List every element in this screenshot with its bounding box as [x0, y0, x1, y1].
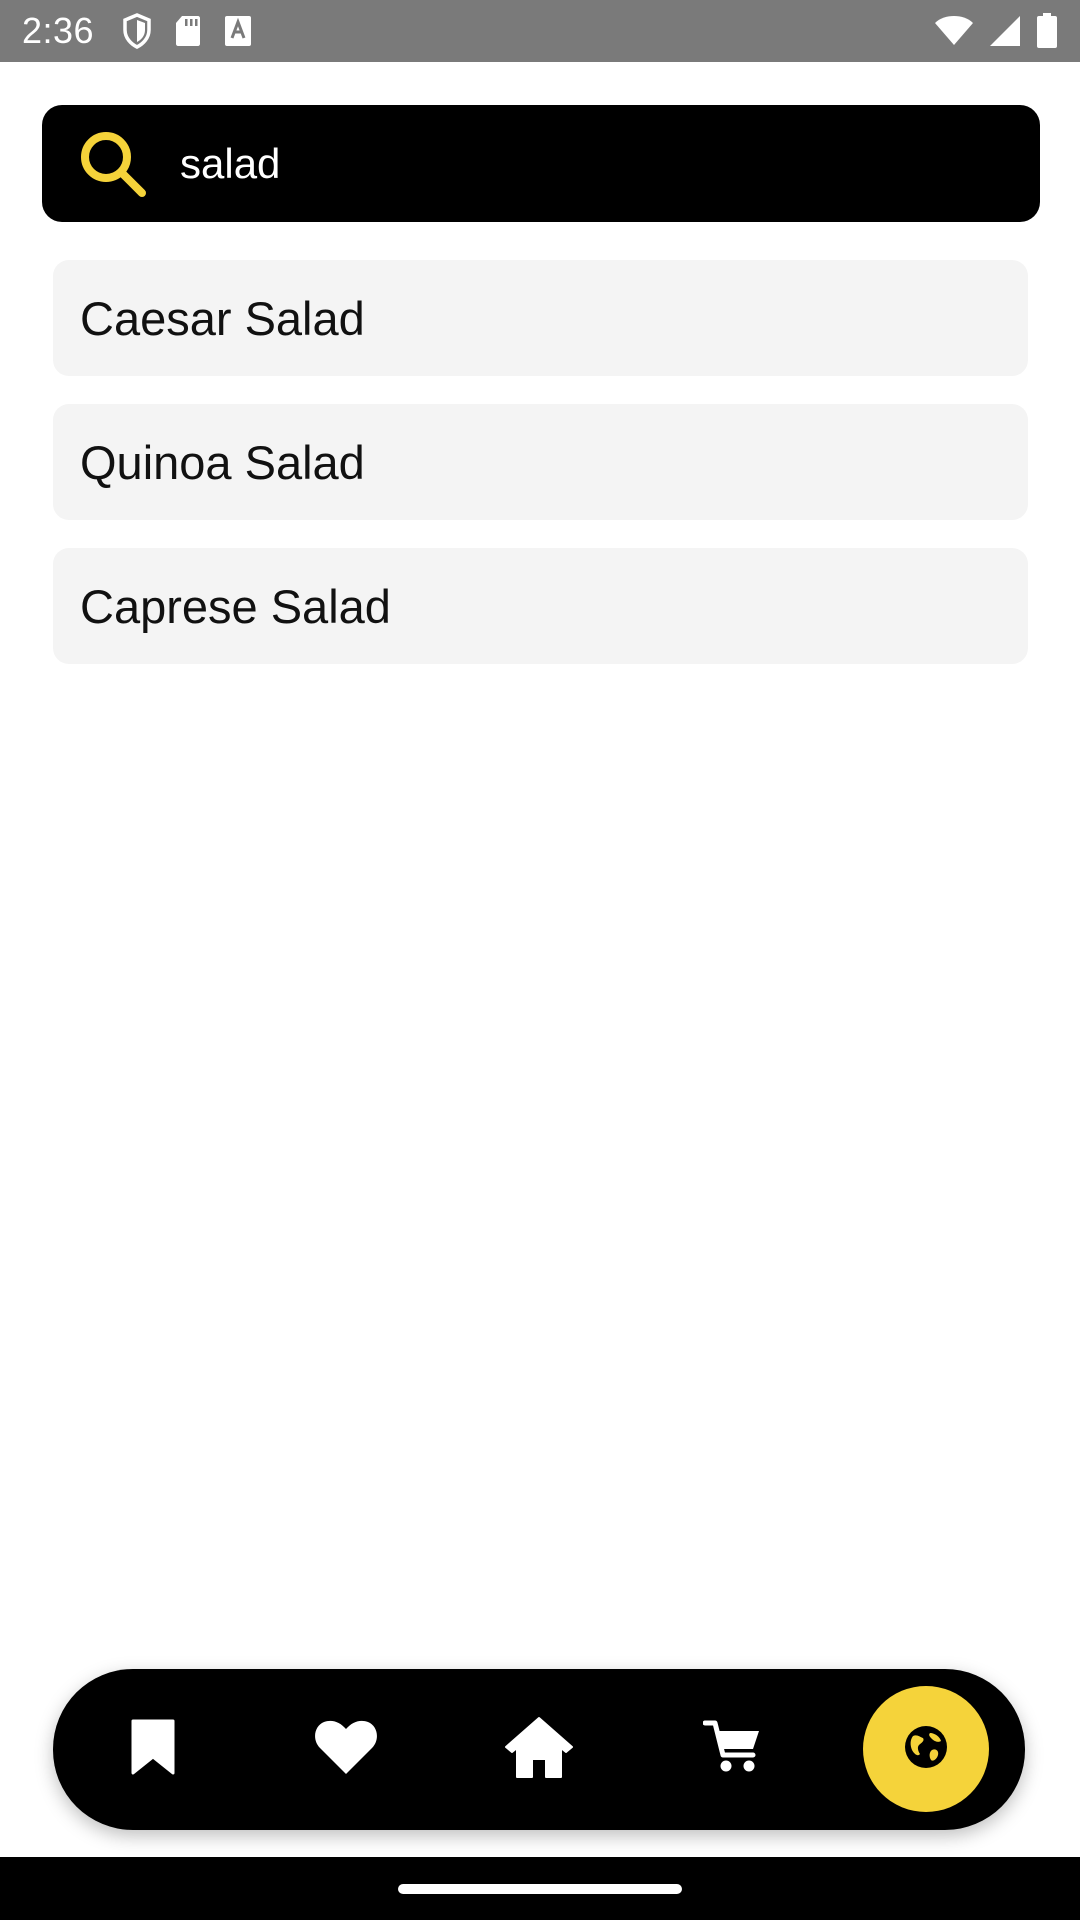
- heart-icon: [313, 1718, 379, 1781]
- wifi-icon: [934, 15, 974, 47]
- list-item-caesar-salad[interactable]: Caesar Salad: [53, 260, 1028, 376]
- search-input[interactable]: [180, 128, 940, 199]
- nav-favorites[interactable]: [296, 1669, 396, 1830]
- home-icon: [503, 1715, 575, 1784]
- app-screen: 2:36 salad Caesar Salad Quinoa Salad Cap…: [0, 0, 1080, 1920]
- sd-card-icon: [174, 14, 202, 48]
- list-item-label: Caesar Salad: [80, 291, 365, 345]
- search-bar[interactable]: [42, 105, 1040, 222]
- nav-bookmarks[interactable]: [103, 1669, 203, 1830]
- list-item-caprese-salad[interactable]: Caprese Salad: [53, 548, 1028, 664]
- shield-icon: [122, 13, 152, 49]
- cart-icon: [702, 1719, 761, 1780]
- search-icon[interactable]: [76, 127, 150, 201]
- list-item-label: Caprese Salad: [80, 579, 391, 633]
- nav-explore-button[interactable]: [863, 1686, 989, 1812]
- font-a-icon: [224, 15, 252, 47]
- list-item-quinoa-salad[interactable]: Quinoa Salad: [53, 404, 1028, 520]
- nav-cart[interactable]: [682, 1669, 782, 1830]
- nav-home[interactable]: [489, 1669, 589, 1830]
- system-nav-bar: [0, 1857, 1080, 1920]
- status-time: 2:36: [22, 10, 95, 51]
- signal-icon: [988, 15, 1022, 47]
- bookmark-icon: [129, 1719, 177, 1780]
- globe-icon: [903, 1724, 949, 1775]
- battery-icon: [1036, 13, 1058, 49]
- bottom-nav: [53, 1669, 1025, 1830]
- list-item-label: Quinoa Salad: [80, 435, 365, 489]
- results-list: Caesar Salad Quinoa Salad Caprese Salad: [53, 260, 1028, 692]
- home-gesture-handle[interactable]: [398, 1884, 682, 1894]
- status-bar: 2:36: [0, 0, 1080, 62]
